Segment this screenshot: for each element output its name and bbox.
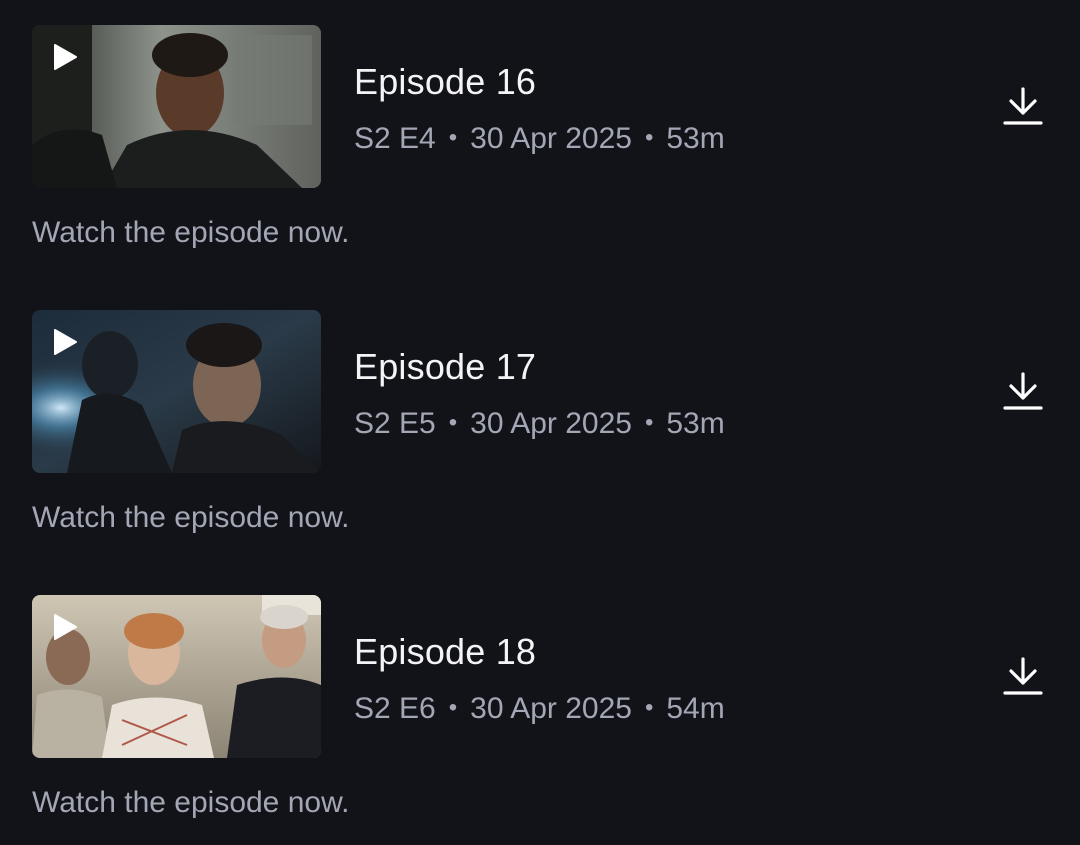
play-icon xyxy=(54,329,77,355)
episode-title: Episode 16 xyxy=(354,61,537,102)
episode-description: Watch the episode now. xyxy=(32,501,350,534)
episode-meta: S2 E5 • 30 Apr 2025 • 53m xyxy=(354,406,725,444)
separator-dot: • xyxy=(644,694,654,721)
episode-title: Episode 18 xyxy=(354,631,537,672)
separator-dot: • xyxy=(644,409,654,436)
separator-dot: • xyxy=(448,694,458,721)
season-episode: S2 E5 xyxy=(354,407,436,440)
episode-description: Watch the episode now. xyxy=(32,786,350,819)
episode-description: Watch the episode now. xyxy=(32,216,350,249)
download-icon[interactable] xyxy=(1000,83,1046,129)
download-icon[interactable] xyxy=(1000,368,1046,414)
episode-item: Episode 17 S2 E5 • 30 Apr 2025 • 53m Watch t… xyxy=(0,310,1080,560)
episode-thumbnail[interactable] xyxy=(32,595,321,758)
duration: 53m xyxy=(666,122,725,155)
episode-meta: S2 E4 • 30 Apr 2025 • 53m xyxy=(354,121,725,159)
air-date: 30 Apr 2025 xyxy=(470,407,632,440)
episode-meta: S2 E6 • 30 Apr 2025 • 54m xyxy=(354,691,725,729)
season-episode: S2 E6 xyxy=(354,692,436,725)
play-icon xyxy=(54,44,77,70)
play-icon xyxy=(54,614,77,640)
separator-dot: • xyxy=(448,409,458,436)
separator-dot: • xyxy=(448,124,458,151)
episode-title: Episode 17 xyxy=(354,346,537,387)
air-date: 30 Apr 2025 xyxy=(470,122,632,155)
episode-thumbnail[interactable] xyxy=(32,25,321,188)
episode-item: Episode 16 S2 E4 • 30 Apr 2025 • 53m Watch t… xyxy=(0,25,1080,275)
download-icon[interactable] xyxy=(1000,653,1046,699)
episode-thumbnail[interactable] xyxy=(32,310,321,473)
episode-item: Episode 18 S2 E6 • 30 Apr 2025 • 54m Watch t… xyxy=(0,595,1080,845)
duration: 54m xyxy=(666,692,725,725)
season-episode: S2 E4 xyxy=(354,122,436,155)
separator-dot: • xyxy=(644,124,654,151)
air-date: 30 Apr 2025 xyxy=(470,692,632,725)
duration: 53m xyxy=(666,407,725,440)
